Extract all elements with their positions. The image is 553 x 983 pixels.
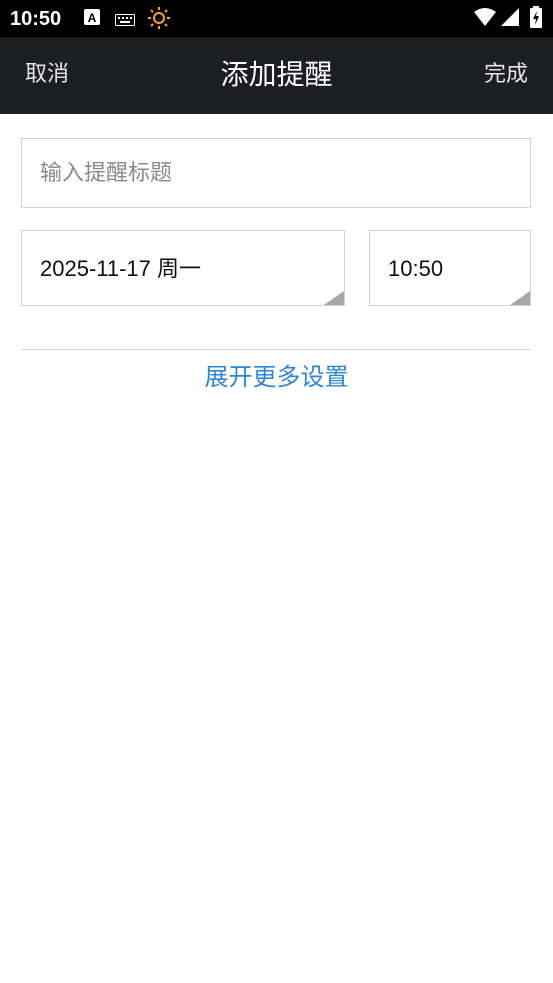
done-button[interactable]: 完成 bbox=[484, 61, 528, 89]
app-bar: 取消 添加提醒 完成 bbox=[0, 37, 553, 114]
divider bbox=[21, 349, 531, 350]
date-picker[interactable]: 2025-11-17 周一 bbox=[21, 230, 345, 306]
battery-icon bbox=[530, 6, 542, 32]
status-bar: 10:50 A bbox=[0, 0, 553, 37]
keyboard-icon bbox=[115, 11, 135, 30]
time-picker[interactable]: 10:50 bbox=[369, 230, 531, 306]
signal-icon bbox=[501, 8, 519, 30]
dropdown-corner-icon bbox=[324, 291, 344, 305]
time-value: 10:50 bbox=[388, 256, 444, 281]
dropdown-corner-icon bbox=[510, 291, 530, 305]
expand-more-settings-link[interactable]: 展开更多设置 bbox=[0, 361, 553, 393]
svg-text:A: A bbox=[88, 11, 97, 25]
reminder-title-input[interactable] bbox=[21, 138, 531, 208]
brightness-icon bbox=[148, 7, 170, 33]
wifi-icon bbox=[474, 8, 496, 30]
status-time: 10:50 bbox=[10, 8, 62, 30]
date-value: 2025-11-17 周一 bbox=[40, 256, 202, 281]
page-title: 添加提醒 bbox=[220, 58, 333, 91]
a-notification-icon: A bbox=[84, 9, 100, 29]
